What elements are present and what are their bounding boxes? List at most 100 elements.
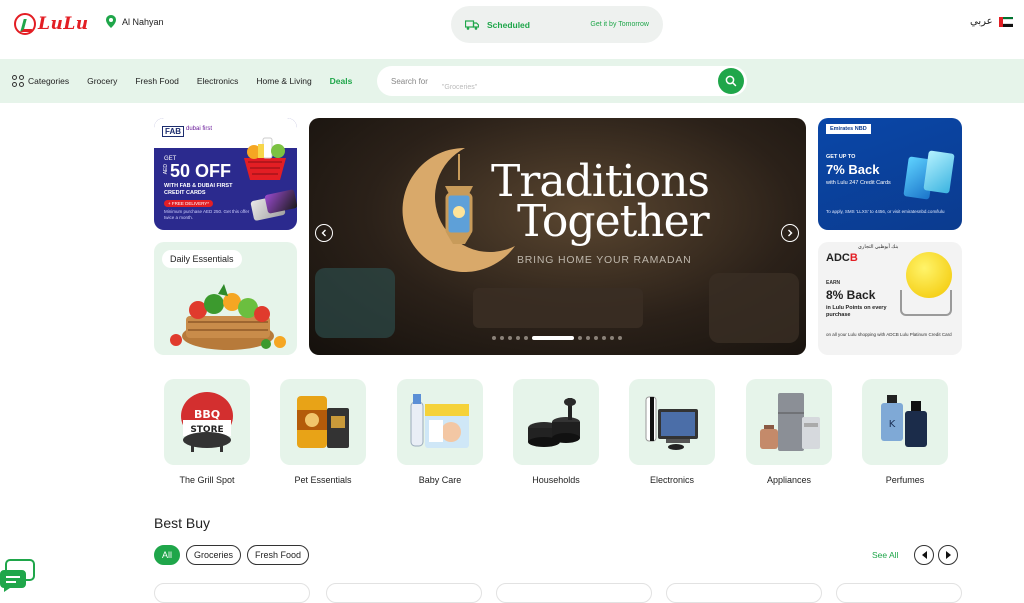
category-name: Baby Care <box>418 475 462 485</box>
carousel-dot[interactable] <box>508 336 512 340</box>
best-buy-heading: Best Buy <box>154 515 211 531</box>
search-hint: "Groceries" <box>441 83 478 91</box>
chevron-right-icon <box>788 229 793 237</box>
category-name: The Grill Spot <box>179 475 235 485</box>
nav-fresh-food[interactable]: Fresh Food <box>135 76 178 86</box>
emirates-nbd-logo: Emirates NBD <box>826 124 871 134</box>
product-card[interactable] <box>836 583 962 603</box>
category-households[interactable]: Households <box>513 379 599 485</box>
filter-all[interactable]: All <box>154 545 181 565</box>
promo-earn: EARN <box>826 280 841 286</box>
nav-home-living[interactable]: Home & Living <box>256 76 311 86</box>
search-input[interactable]: Search for "Groceries" <box>377 66 747 96</box>
fab-promo-banner[interactable]: FAB dubai first GET AED 50 OFF WITH FAB … <box>154 118 297 230</box>
category-perfumes[interactable]: K Perfumes <box>862 379 948 485</box>
nav-menu: Categories Grocery Fresh Food Electronic… <box>12 59 370 103</box>
carousel-pagination[interactable] <box>492 336 622 340</box>
carousel-dot[interactable] <box>516 336 520 340</box>
carousel-dot[interactable] <box>594 336 598 340</box>
uae-flag-icon <box>998 16 1013 27</box>
dubai-first-logo: dubai first <box>186 126 213 132</box>
category-name: Perfumes <box>885 475 925 485</box>
search-icon <box>725 75 737 87</box>
carousel-next-button[interactable] <box>781 224 799 242</box>
language-label: عربي <box>970 16 993 27</box>
pet-food-icon <box>297 396 349 448</box>
best-buy-next-button[interactable] <box>938 545 958 565</box>
product-card[interactable] <box>666 583 822 603</box>
daily-essentials-label: Daily Essentials <box>162 250 242 268</box>
category-name: Appliances <box>766 475 812 485</box>
filter-fresh-food[interactable]: Fresh Food <box>247 545 310 565</box>
best-buy-prev-button[interactable] <box>914 545 934 565</box>
category-electronics[interactable]: Electronics <box>629 379 715 485</box>
language-switch[interactable]: عربي <box>970 16 1013 27</box>
hero-carousel[interactable]: Traditions Together BRING HOME YOUR RAMA… <box>309 118 806 355</box>
scheduled-option[interactable]: Scheduled <box>487 20 530 30</box>
nav-deals[interactable]: Deals <box>330 76 353 86</box>
category-tile <box>629 379 715 465</box>
nav-grocery[interactable]: Grocery <box>87 76 117 86</box>
carousel-dot[interactable] <box>524 336 528 340</box>
arrow-left-icon <box>921 551 927 559</box>
promo-amount: 50 OFF <box>170 161 232 181</box>
category-appliances[interactable]: Appliances <box>746 379 832 485</box>
adcb-promo-banner[interactable]: بنك أبوظبي التجاري ADCB EARN 8% Back in … <box>818 242 962 355</box>
category-tile: BBQ STORE <box>164 379 250 465</box>
carousel-dot[interactable] <box>602 336 606 340</box>
carousel-dot[interactable] <box>618 336 622 340</box>
product-card[interactable] <box>496 583 652 603</box>
carousel-dot[interactable] <box>492 336 496 340</box>
map-pin-icon <box>106 15 116 28</box>
category-name: Households <box>532 475 580 485</box>
daily-essentials-banner[interactable]: Daily Essentials <box>154 242 297 355</box>
carousel-dot[interactable] <box>610 336 614 340</box>
promo-cashback: 7% Back <box>826 162 880 177</box>
nav-electronics[interactable]: Electronics <box>197 76 239 86</box>
hero-title-line2: Together <box>517 196 710 247</box>
carousel-dot[interactable] <box>586 336 590 340</box>
filter-groceries[interactable]: Groceries <box>186 545 242 565</box>
nav-label: Categories <box>28 76 70 86</box>
category-pet[interactable]: Pet Essentials <box>280 379 366 485</box>
product-card[interactable] <box>326 583 482 603</box>
category-tile: K <box>862 379 948 465</box>
express-option[interactable]: Get it by Tomorrow <box>590 21 649 28</box>
vegetable-basket-icon <box>170 284 286 350</box>
grill-icon: BBQ STORE <box>181 392 233 452</box>
category-tile <box>397 379 483 465</box>
promo-cashback: 8% Back <box>826 288 876 302</box>
promo-currency: AED <box>163 164 169 175</box>
product-carousel <box>154 583 962 603</box>
location-label: Al Nahyan <box>122 16 164 27</box>
adcb-arabic-name: بنك أبوظبي التجاري <box>858 244 899 250</box>
delivery-toggle[interactable]: Scheduled Get it by Tomorrow <box>451 6 663 43</box>
console-icon <box>645 396 698 450</box>
lulu-logo[interactable]: LuLu <box>14 12 89 36</box>
category-name: Pet Essentials <box>294 475 352 485</box>
promo-terms: on all your Lulu shopping with ADCB Lulu… <box>826 332 952 337</box>
fab-logo: FAB <box>162 126 184 137</box>
chat-support-icon[interactable] <box>0 558 36 592</box>
carousel-dot[interactable] <box>578 336 582 340</box>
fridge-icon <box>760 393 820 451</box>
category-grill[interactable]: BBQ STORE The Grill Spot <box>164 379 250 485</box>
logo-mark-icon <box>14 13 36 35</box>
carousel-prev-button[interactable] <box>315 224 333 242</box>
emirates-nbd-promo-banner[interactable]: Emirates NBD GET UP TO 7% Back with Lulu… <box>818 118 962 230</box>
carousel-dot[interactable] <box>500 336 504 340</box>
nav-categories[interactable]: Categories <box>12 75 69 87</box>
location-selector[interactable]: Al Nahyan <box>106 15 164 28</box>
see-all-link[interactable]: See All <box>872 550 898 560</box>
svg-text:K: K <box>889 419 896 430</box>
cookware-icon <box>528 398 580 447</box>
carousel-dot-active[interactable] <box>532 336 574 340</box>
promo-with: WITH FAB & DUBAI FIRST CREDIT CARDS <box>164 183 233 196</box>
svg-text:BBQ: BBQ <box>194 408 220 421</box>
category-baby[interactable]: Baby Care <box>397 379 483 485</box>
category-tile <box>746 379 832 465</box>
search-placeholder: Search for <box>391 76 428 86</box>
promo-terms: To apply, SMS 'LLXS' to 4456, or visit e… <box>826 209 945 214</box>
search-button[interactable] <box>718 68 744 94</box>
product-card[interactable] <box>154 583 310 603</box>
